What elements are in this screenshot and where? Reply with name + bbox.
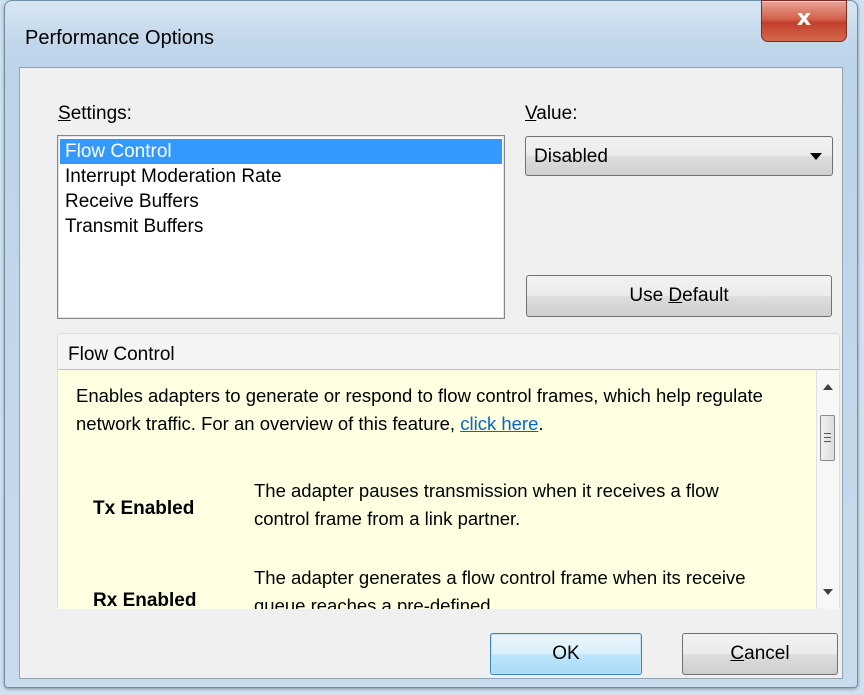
settings-label: Settings: bbox=[58, 103, 132, 125]
value-label-text: alue: bbox=[536, 103, 578, 124]
use-default-label-prefix: Use bbox=[629, 285, 669, 306]
grip-line-icon bbox=[824, 441, 831, 442]
list-item-interrupt-moderation-rate[interactable]: Interrupt Moderation Rate bbox=[60, 164, 502, 189]
value-dropdown-selected: Disabled bbox=[534, 146, 608, 167]
window-title: Performance Options bbox=[25, 27, 214, 49]
help-scrollbar[interactable] bbox=[816, 370, 839, 609]
term-rx-enabled: Rx Enabled bbox=[93, 590, 197, 609]
value-label-mnemonic: V bbox=[525, 103, 537, 124]
close-button[interactable]: x bbox=[761, 0, 847, 42]
settings-label-mnemonic: S bbox=[58, 103, 71, 124]
help-intro: Enables adapters to generate or respond … bbox=[76, 382, 776, 438]
grip-line-icon bbox=[824, 433, 831, 434]
dialog-body: Settings: Flow Control Interrupt Moderat… bbox=[19, 67, 843, 679]
grip-line-icon bbox=[824, 437, 831, 438]
performance-options-dialog: Performance Options x Settings: Flow Con… bbox=[4, 0, 858, 688]
click-here-link[interactable]: click here bbox=[460, 413, 538, 434]
term-tx-enabled: Tx Enabled bbox=[93, 498, 195, 519]
desc-rx-enabled: The adapter generates a flow control fra… bbox=[254, 567, 746, 609]
use-default-label-rest: efault bbox=[682, 285, 729, 306]
use-default-label-mnemonic: D bbox=[668, 285, 683, 306]
title-bar[interactable]: Performance Options x bbox=[5, 0, 857, 67]
help-group-title: Flow Control bbox=[68, 344, 175, 365]
settings-listbox[interactable]: Flow Control Interrupt Moderation Rate R… bbox=[57, 135, 505, 319]
value-label: Value: bbox=[525, 103, 577, 125]
desc-tx-enabled: The adapter pauses transmission when it … bbox=[254, 480, 719, 529]
cancel-label-rest: ancel bbox=[744, 643, 790, 664]
use-default-button[interactable]: Use Default bbox=[526, 275, 832, 317]
list-item-receive-buffers[interactable]: Receive Buffers bbox=[60, 189, 502, 214]
scroll-thumb[interactable] bbox=[820, 415, 835, 461]
list-item-transmit-buffers[interactable]: Transmit Buffers bbox=[60, 214, 502, 239]
help-group: Flow Control Enables adapters to generat… bbox=[57, 333, 840, 609]
cancel-label-mnemonic: C bbox=[730, 643, 745, 664]
ok-button[interactable]: OK bbox=[490, 633, 642, 675]
settings-label-text: ettings: bbox=[70, 103, 132, 124]
scroll-up-icon[interactable] bbox=[823, 384, 833, 390]
list-item-flow-control[interactable]: Flow Control bbox=[60, 139, 502, 164]
cancel-button[interactable]: Cancel bbox=[682, 633, 838, 675]
chevron-down-icon bbox=[810, 153, 822, 160]
scroll-down-icon[interactable] bbox=[823, 589, 833, 595]
value-dropdown[interactable]: Disabled bbox=[525, 136, 833, 176]
help-intro-text: Enables adapters to generate or respond … bbox=[76, 385, 763, 434]
help-intro-end: . bbox=[538, 413, 544, 434]
help-pane: Enables adapters to generate or respond … bbox=[58, 369, 839, 609]
